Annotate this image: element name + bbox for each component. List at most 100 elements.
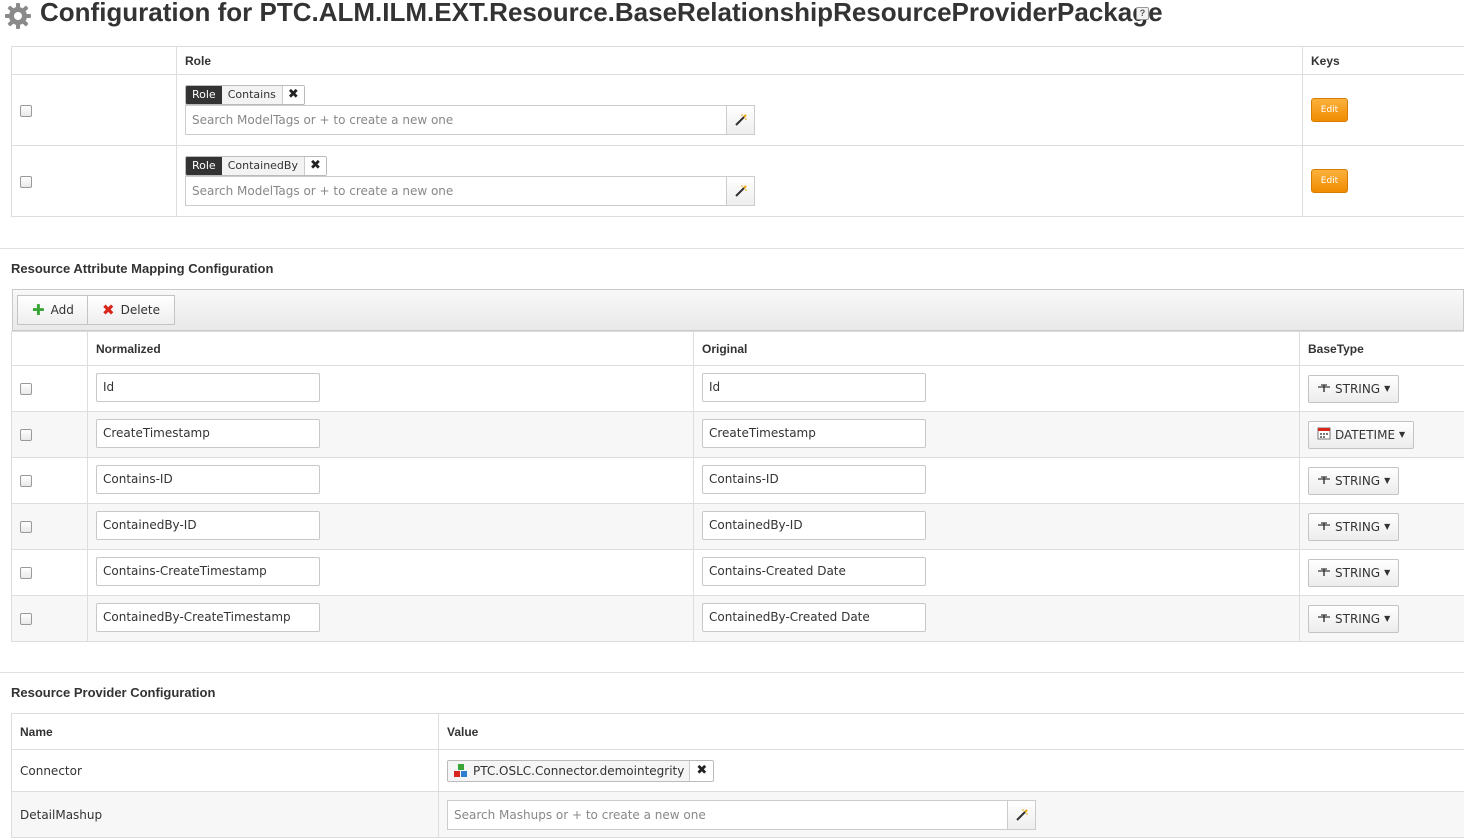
mashup-search-input[interactable]: Search Mashups or + to create a new one bbox=[447, 800, 1008, 830]
attr-col-normalized: Normalized bbox=[88, 332, 694, 366]
original-field[interactable]: CreateTimestamp bbox=[702, 419, 926, 448]
string-type-icon bbox=[1317, 474, 1331, 488]
remove-tag-icon[interactable]: ✖ bbox=[305, 157, 326, 175]
magic-wand-icon bbox=[734, 113, 748, 127]
connector-label: Connector bbox=[12, 750, 439, 792]
role-panel: Role Keys Role Contains ✖ Search ModelTa… bbox=[0, 46, 1464, 228]
normalized-field[interactable]: Contains-ID bbox=[96, 465, 320, 494]
remove-tag-icon[interactable]: ✖ bbox=[283, 86, 304, 104]
basetype-label: STRING bbox=[1335, 612, 1380, 626]
string-type-icon bbox=[1317, 382, 1331, 396]
original-field[interactable]: Contains-Created Date bbox=[702, 557, 926, 586]
modeltag-search-input[interactable]: Search ModelTags or + to create a new on… bbox=[185, 105, 727, 135]
provider-col-name: Name bbox=[12, 714, 439, 750]
calendar-icon bbox=[1317, 426, 1331, 443]
basetype-label: DATETIME bbox=[1335, 428, 1395, 442]
basetype-dropdown[interactable]: STRING▼ bbox=[1308, 375, 1399, 403]
string-type-icon bbox=[1317, 520, 1331, 534]
magic-wand-button[interactable] bbox=[727, 105, 755, 135]
delete-button-label: Delete bbox=[121, 303, 160, 317]
edit-keys-button[interactable]: Edit bbox=[1311, 169, 1348, 193]
role-tag: Role Contains ✖ bbox=[185, 85, 305, 105]
original-field[interactable]: ContainedBy-ID bbox=[702, 511, 926, 540]
row-checkbox[interactable] bbox=[20, 383, 32, 395]
caret-down-icon: ▼ bbox=[1399, 430, 1405, 439]
basetype-label: STRING bbox=[1335, 520, 1380, 534]
modeltag-search-row: Search ModelTags or + to create a new on… bbox=[185, 105, 1294, 135]
provider-config-table: Name Value Connector PTC.OSLC.Connector.… bbox=[11, 713, 1464, 838]
delete-x-icon: ✖ bbox=[102, 303, 115, 318]
magic-wand-icon bbox=[1015, 808, 1029, 822]
table-row: Connector PTC.OSLC.Connector.demointegri… bbox=[12, 750, 1464, 792]
original-field[interactable]: Id bbox=[702, 373, 926, 402]
row-checkbox[interactable] bbox=[20, 176, 32, 188]
normalized-field[interactable]: Contains-CreateTimestamp bbox=[96, 557, 320, 586]
basetype-dropdown[interactable]: STRING▼ bbox=[1308, 605, 1399, 633]
table-row: Role Contains ✖ Search ModelTags or + to… bbox=[12, 75, 1464, 146]
table-row: CreateTimestamp CreateTimestamp DATETIME… bbox=[12, 412, 1464, 458]
mashup-search-row: Search Mashups or + to create a new one bbox=[447, 800, 1463, 830]
caret-down-icon: ▼ bbox=[1384, 522, 1390, 531]
caret-down-icon: ▼ bbox=[1384, 384, 1390, 393]
original-field[interactable]: Contains-ID bbox=[702, 465, 926, 494]
attr-col-original: Original bbox=[694, 332, 1300, 366]
page-header: Configuration for PTC.ALM.ILM.EXT.Resour… bbox=[0, 0, 1464, 46]
gear-icon bbox=[4, 2, 32, 30]
string-type-icon bbox=[1317, 566, 1331, 580]
table-row: ContainedBy-ID ContainedBy-ID STRING ▼ bbox=[12, 504, 1464, 550]
table-row: Contains-ID Contains-ID STRING ▼ bbox=[12, 458, 1464, 504]
add-button[interactable]: ✚ Add bbox=[17, 295, 89, 325]
row-checkbox[interactable] bbox=[20, 105, 32, 117]
table-row: Id Id STRING▼ bbox=[12, 366, 1464, 412]
basetype-label: STRING bbox=[1335, 474, 1380, 488]
row-checkbox[interactable] bbox=[20, 567, 32, 579]
caret-down-icon: ▼ bbox=[1384, 476, 1390, 485]
remove-connector-icon[interactable]: ✖ bbox=[690, 761, 713, 781]
caret-down-icon: ▼ bbox=[1384, 568, 1390, 577]
plus-icon: ✚ bbox=[32, 303, 45, 318]
magic-wand-icon bbox=[734, 184, 748, 198]
normalized-field[interactable]: Id bbox=[96, 373, 320, 402]
attr-mapping-panel: Resource Attribute Mapping Configuration… bbox=[0, 248, 1464, 652]
delete-button[interactable]: ✖ Delete bbox=[87, 295, 175, 325]
basetype-label: STRING bbox=[1335, 566, 1380, 580]
tag-value-label: Contains bbox=[222, 86, 283, 104]
original-field[interactable]: ContainedBy-Created Date bbox=[702, 603, 926, 632]
normalized-field[interactable]: CreateTimestamp bbox=[96, 419, 320, 448]
attr-mapping-title: Resource Attribute Mapping Configuration bbox=[11, 261, 273, 276]
mashup-label: DetailMashup bbox=[12, 792, 439, 838]
add-button-label: Add bbox=[51, 303, 74, 317]
role-col-keys: Keys bbox=[1303, 47, 1464, 75]
modeltag-search-input[interactable]: Search ModelTags or + to create a new on… bbox=[185, 176, 727, 206]
table-row: Contains-CreateTimestamp Contains-Create… bbox=[12, 550, 1464, 596]
basetype-dropdown[interactable]: STRING ▼ bbox=[1308, 559, 1399, 587]
modeltag-search-row: Search ModelTags or + to create a new on… bbox=[185, 176, 1294, 206]
connector-value[interactable]: PTC.OSLC.Connector.demointegrity bbox=[473, 764, 684, 778]
provider-col-value: Value bbox=[439, 714, 1464, 750]
row-checkbox[interactable] bbox=[20, 521, 32, 533]
string-type-icon bbox=[1317, 612, 1331, 626]
page-title: Configuration for PTC.ALM.ILM.EXT.Resour… bbox=[40, 0, 1163, 28]
row-checkbox[interactable] bbox=[20, 475, 32, 487]
normalized-field[interactable]: ContainedBy-CreateTimestamp bbox=[96, 603, 320, 632]
help-icon[interactable]: ? bbox=[1136, 7, 1149, 20]
table-row: ContainedBy-CreateTimestamp ContainedBy-… bbox=[12, 596, 1464, 642]
tag-type-label: Role bbox=[186, 157, 222, 175]
role-table: Role Keys Role Contains ✖ Search ModelTa… bbox=[11, 46, 1464, 217]
basetype-dropdown[interactable]: STRING ▼ bbox=[1308, 467, 1399, 495]
row-checkbox[interactable] bbox=[20, 429, 32, 441]
connector-tag: PTC.OSLC.Connector.demointegrity ✖ bbox=[447, 760, 714, 782]
basetype-dropdown[interactable]: DATETIME ▼ bbox=[1308, 421, 1414, 449]
basetype-dropdown[interactable]: STRING ▼ bbox=[1308, 513, 1399, 541]
role-col-select bbox=[12, 47, 177, 75]
connector-thing-icon bbox=[453, 763, 469, 779]
attr-mapping-table: Normalized Original BaseType Id Id STRIN… bbox=[11, 331, 1464, 642]
normalized-field[interactable]: ContainedBy-ID bbox=[96, 511, 320, 540]
attr-col-select bbox=[12, 332, 88, 366]
role-tag: Role ContainedBy ✖ bbox=[185, 156, 327, 176]
provider-config-panel: Resource Provider Configuration Name Val… bbox=[0, 672, 1464, 836]
magic-wand-button[interactable] bbox=[1008, 800, 1036, 830]
edit-keys-button[interactable]: Edit bbox=[1311, 98, 1348, 122]
row-checkbox[interactable] bbox=[20, 613, 32, 625]
magic-wand-button[interactable] bbox=[727, 176, 755, 206]
